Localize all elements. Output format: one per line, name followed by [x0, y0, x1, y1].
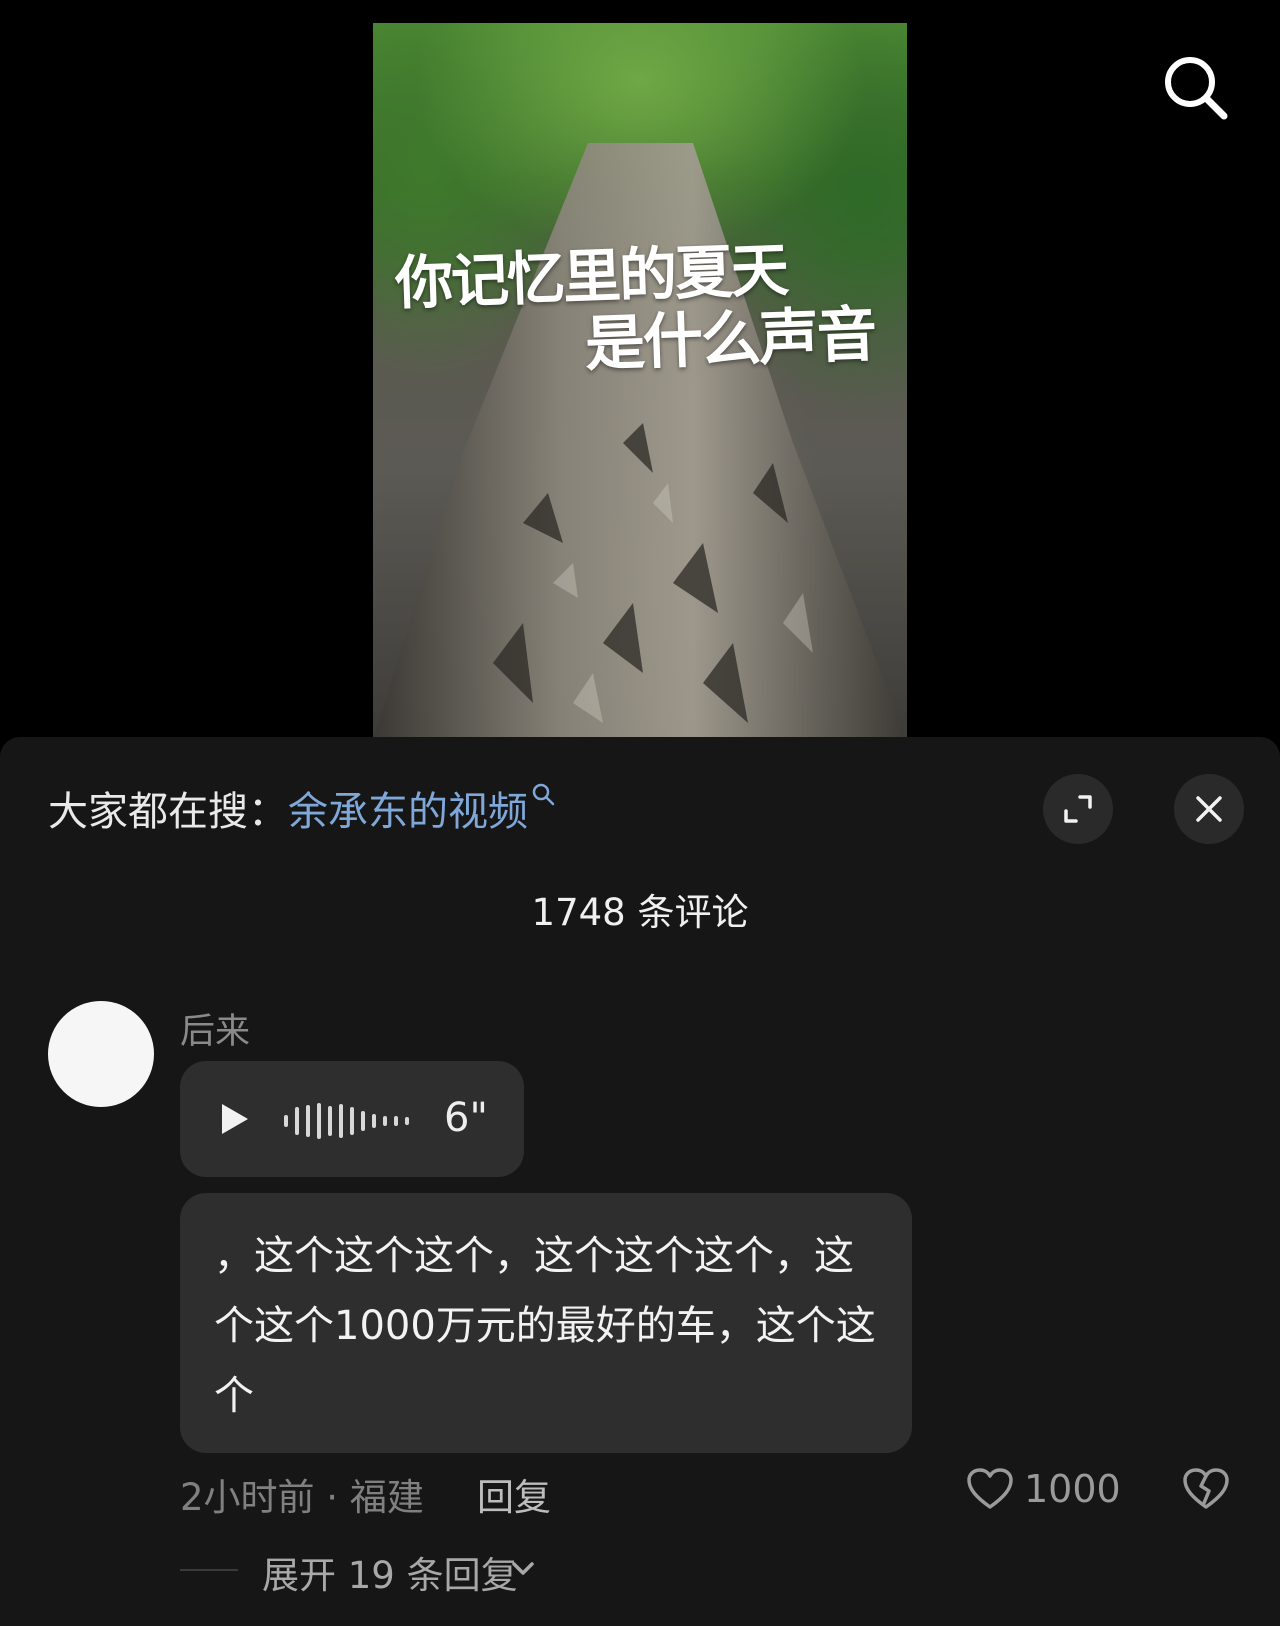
voice-transcript: ，这个这个这个，这个这个这个，这个这个1000万元的最好的车，这个这个 — [180, 1193, 912, 1453]
trending-search: 大家都在搜：余承东的视频 — [48, 779, 556, 837]
expand-icon — [1064, 795, 1092, 823]
comment-sheet: 大家都在搜：余承东的视频 1748 条评论 后来 6" ，这个这个这个，这个这个… — [0, 737, 1280, 1626]
poster-title-line2: 是什么声音 — [583, 299, 877, 380]
small-search-icon — [532, 783, 555, 806]
comment-username[interactable]: 后来 — [180, 1003, 250, 1054]
dislike-button[interactable] — [1182, 1467, 1230, 1515]
waveform-icon — [284, 1103, 409, 1139]
like-count: 1000 — [1024, 1467, 1121, 1511]
broken-heart-icon — [1183, 1468, 1229, 1509]
trending-query-text: 余承东的视频 — [288, 789, 528, 835]
expand-replies-label: 展开 19 条回复 — [262, 1554, 518, 1597]
fullscreen-button[interactable] — [1043, 774, 1113, 844]
search-button[interactable] — [1160, 52, 1232, 124]
chevron-down-icon — [512, 1562, 534, 1575]
voice-message[interactable]: 6" — [180, 1061, 524, 1177]
heart-icon — [967, 1468, 1013, 1509]
video-player[interactable]: 你记忆里的夏天 是什么声音 — [0, 0, 1280, 740]
search-icon — [1165, 57, 1228, 120]
play-icon — [222, 1104, 248, 1134]
comment-count: 1748 条评论 — [531, 891, 749, 934]
close-icon — [1196, 796, 1222, 822]
voice-duration: 6" — [444, 1095, 488, 1141]
close-button[interactable] — [1174, 774, 1244, 844]
poster-title: 你记忆里的夏天 是什么声音 — [394, 236, 885, 380]
video-poster[interactable]: 你记忆里的夏天 是什么声音 — [373, 23, 907, 740]
reply-button[interactable]: 回复 — [477, 1467, 551, 1521]
trending-query-link[interactable]: 余承东的视频 — [288, 783, 556, 835]
divider-line — [180, 1569, 238, 1571]
trending-prefix: 大家都在搜： — [48, 789, 288, 835]
comment-time-location: 2小时前 · 福建 — [180, 1476, 424, 1519]
avatar[interactable] — [48, 1001, 154, 1107]
